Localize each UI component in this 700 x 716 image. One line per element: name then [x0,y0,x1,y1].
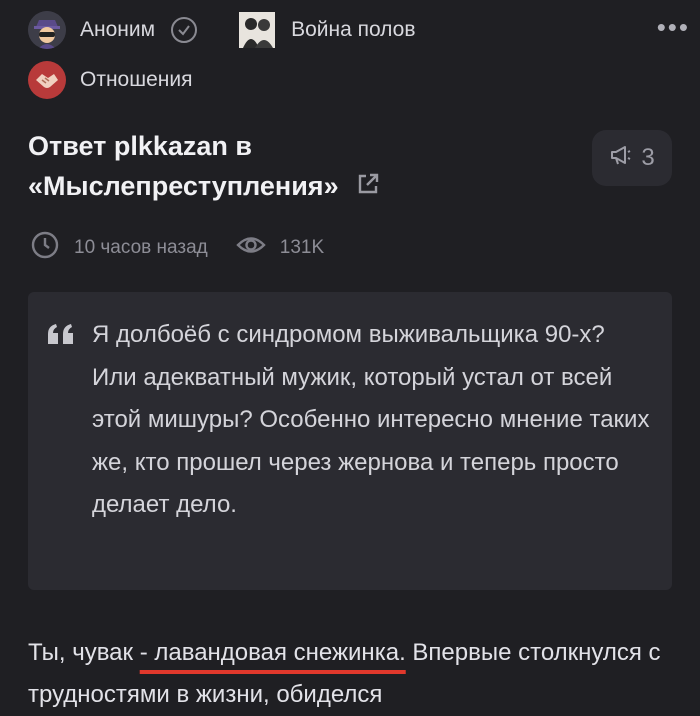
post-meta-row: Аноним Война полов [28,8,688,52]
megaphone-icon [609,144,633,173]
comments-count: 3 [641,144,655,171]
external-link-icon[interactable] [355,168,381,208]
check-circle-icon [171,17,198,43]
post-views: 131K [279,237,325,258]
community-name[interactable]: Война полов [291,18,415,42]
tag-name[interactable]: Отношения [80,68,192,92]
quote-block: Я долбоёб с синдромом выживальщика 90-х?… [28,292,672,590]
body-highlight: - лавандовая снежинка. [139,639,406,666]
post-time: 10 часов назад [74,237,208,258]
comments-button[interactable]: 3 [592,130,672,186]
community-image[interactable] [239,12,276,48]
post-body: Ты, чувак - лавандовая снежинка. Впервые… [28,632,688,716]
quote-icon [46,310,76,354]
post-stats: 10 часов назад 131K [30,230,324,266]
tag-row: Отношения [28,58,192,102]
eye-icon [236,234,266,262]
anonymous-spy-icon[interactable] [28,11,66,49]
post-title-text: Ответ plkkazan в «Мыслепреступления» [28,131,339,201]
clock-icon [30,230,60,266]
handshake-icon[interactable] [28,61,66,99]
author-name[interactable]: Аноним [80,18,155,42]
more-options-icon[interactable]: ••• [657,12,690,43]
quote-text: Я долбоёб с синдромом выживальщика 90-х?… [92,321,650,518]
body-prefix: Ты, чувак [28,639,140,666]
post-title[interactable]: Ответ plkkazan в «Мыслепреступления» [28,126,548,208]
